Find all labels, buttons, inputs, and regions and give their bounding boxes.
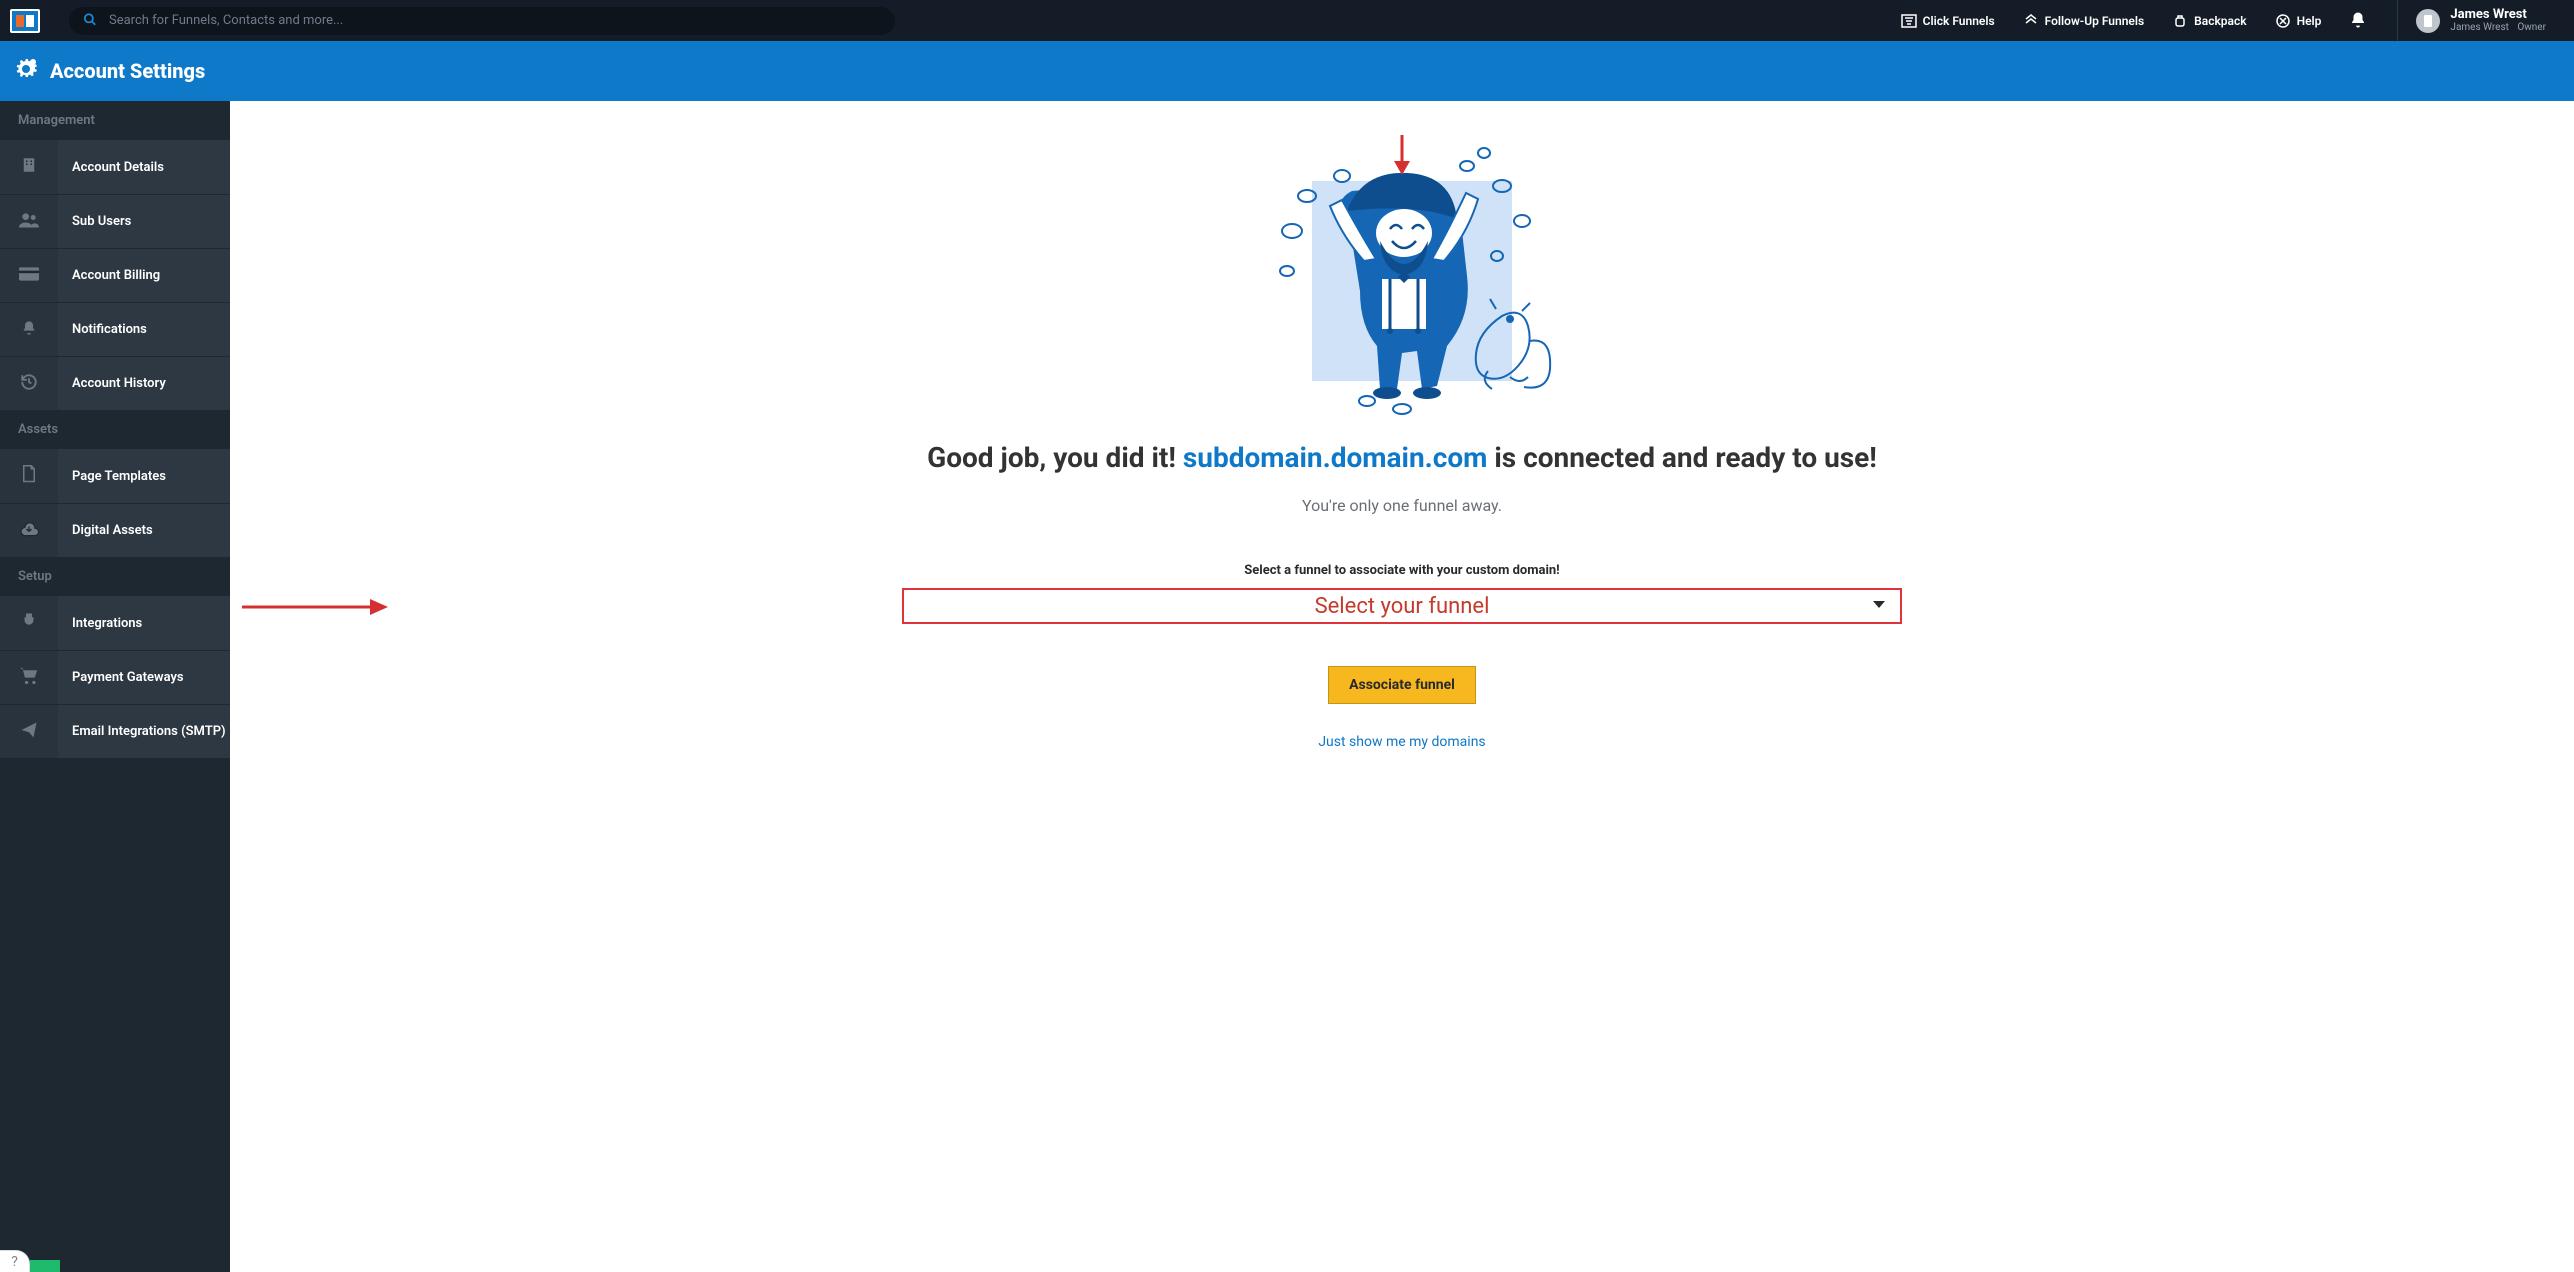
subline: You're only one funnel away. — [1302, 496, 1502, 515]
nav-followup[interactable]: Follow-Up Funnels — [2023, 13, 2144, 29]
green-strip — [30, 1260, 60, 1272]
sidebar-item-label: Digital Assets — [58, 503, 230, 557]
sidebar-item-account-details[interactable]: Account Details — [0, 140, 230, 194]
cloud-download-icon — [19, 521, 39, 541]
funnel-select[interactable]: Select your funnel — [902, 588, 1902, 624]
funnel-select-placeholder: Select your funnel — [1315, 594, 1490, 619]
nav-help-label: Help — [2297, 14, 2322, 28]
show-domains-link[interactable]: Just show me my domains — [1318, 734, 1485, 750]
plug-icon — [21, 612, 37, 634]
nav-backpack[interactable]: Backpack — [2172, 13, 2246, 29]
help-bubble[interactable]: ? — [0, 1250, 30, 1272]
profile-text: James Wrest James Wrest Owner — [2450, 8, 2546, 33]
headline-post: is connected and ready to use! — [1487, 441, 1876, 474]
nav-backpack-label: Backpack — [2194, 14, 2246, 28]
search-input[interactable] — [69, 7, 895, 35]
bell-icon — [21, 319, 37, 341]
nav-help[interactable]: Help — [2275, 13, 2322, 29]
page-banner: Account Settings — [0, 41, 2574, 101]
sidebar-item-label: Notifications — [58, 302, 230, 356]
sidebar-item-sub-users[interactable]: Sub Users — [0, 194, 230, 248]
sidebar-section-assets: Assets — [0, 410, 230, 449]
sidebar-section-management: Management — [0, 101, 230, 140]
avatar — [2416, 9, 2440, 33]
building-icon — [20, 156, 38, 178]
search-icon — [83, 12, 97, 29]
sidebar-item-email-integrations[interactable]: Email Integrations (SMTP) — [0, 704, 230, 758]
celebration-illustration — [1252, 141, 1552, 421]
profile-sub-name: James Wrest — [2450, 22, 2508, 33]
topbar: Click Funnels Follow-Up Funnels Backpack… — [0, 0, 2574, 41]
app-logo[interactable] — [0, 0, 49, 41]
headline-pre: Good job, you did it! — [927, 441, 1183, 474]
profile-name: James Wrest — [2450, 8, 2546, 22]
page-title: Account Settings — [50, 59, 205, 83]
sidebar-item-label: Email Integrations (SMTP) — [58, 704, 230, 758]
topnav: Click Funnels Follow-Up Funnels Backpack… — [1901, 0, 2574, 41]
users-icon — [19, 212, 39, 232]
sidebar-item-page-templates[interactable]: Page Templates — [0, 449, 230, 503]
sidebar-section-setup: Setup — [0, 557, 230, 596]
sidebar-item-label: Payment Gateways — [58, 650, 230, 704]
sidebar-item-digital-assets[interactable]: Digital Assets — [0, 503, 230, 557]
followup-icon — [2023, 13, 2039, 29]
sidebar-item-label: Page Templates — [58, 449, 230, 503]
sidebar-item-notifications[interactable]: Notifications — [0, 302, 230, 356]
select-funnel-label: Select a funnel to associate with your c… — [1244, 563, 1559, 578]
clickfunnels-icon — [1901, 13, 1917, 29]
nav-clickfunnels[interactable]: Click Funnels — [1901, 13, 1995, 29]
annotation-arrow-horizontal — [240, 592, 390, 622]
sidebar-item-label: Sub Users — [58, 194, 230, 248]
sidebar-item-payment-gateways[interactable]: Payment Gateways — [0, 650, 230, 704]
file-icon — [22, 465, 36, 487]
global-search — [69, 7, 895, 35]
sidebar-item-account-history[interactable]: Account History — [0, 356, 230, 410]
card-icon — [19, 266, 39, 285]
notifications-bell-icon[interactable] — [2349, 11, 2369, 31]
sidebar-item-label: Account Details — [58, 140, 230, 194]
sidebar-item-account-billing[interactable]: Account Billing — [0, 248, 230, 302]
sidebar-item-label: Integrations — [58, 596, 230, 650]
nav-followup-label: Follow-Up Funnels — [2045, 14, 2144, 28]
profile-menu[interactable]: James Wrest James Wrest Owner — [2397, 0, 2560, 41]
gears-icon — [14, 57, 38, 86]
headline-domain: subdomain.domain.com — [1183, 441, 1488, 474]
associate-funnel-button[interactable]: Associate funnel — [1328, 666, 1476, 704]
paper-plane-icon — [20, 721, 38, 743]
sidebar-item-label: Account History — [58, 356, 230, 410]
headline: Good job, you did it! subdomain.domain.c… — [927, 441, 1877, 474]
cart-icon — [19, 667, 39, 689]
profile-role: Owner — [2517, 22, 2546, 33]
help-icon — [2275, 13, 2291, 29]
history-icon — [20, 373, 38, 395]
chevron-down-icon — [1872, 598, 1886, 614]
sidebar-item-label: Account Billing — [58, 248, 230, 302]
sidebar: Management Account Details Sub Users Acc… — [0, 101, 230, 1272]
backpack-icon — [2172, 13, 2188, 29]
sidebar-item-integrations[interactable]: Integrations — [0, 596, 230, 650]
nav-clickfunnels-label: Click Funnels — [1923, 14, 1995, 28]
main-content: Good job, you did it! subdomain.domain.c… — [230, 101, 2574, 1272]
